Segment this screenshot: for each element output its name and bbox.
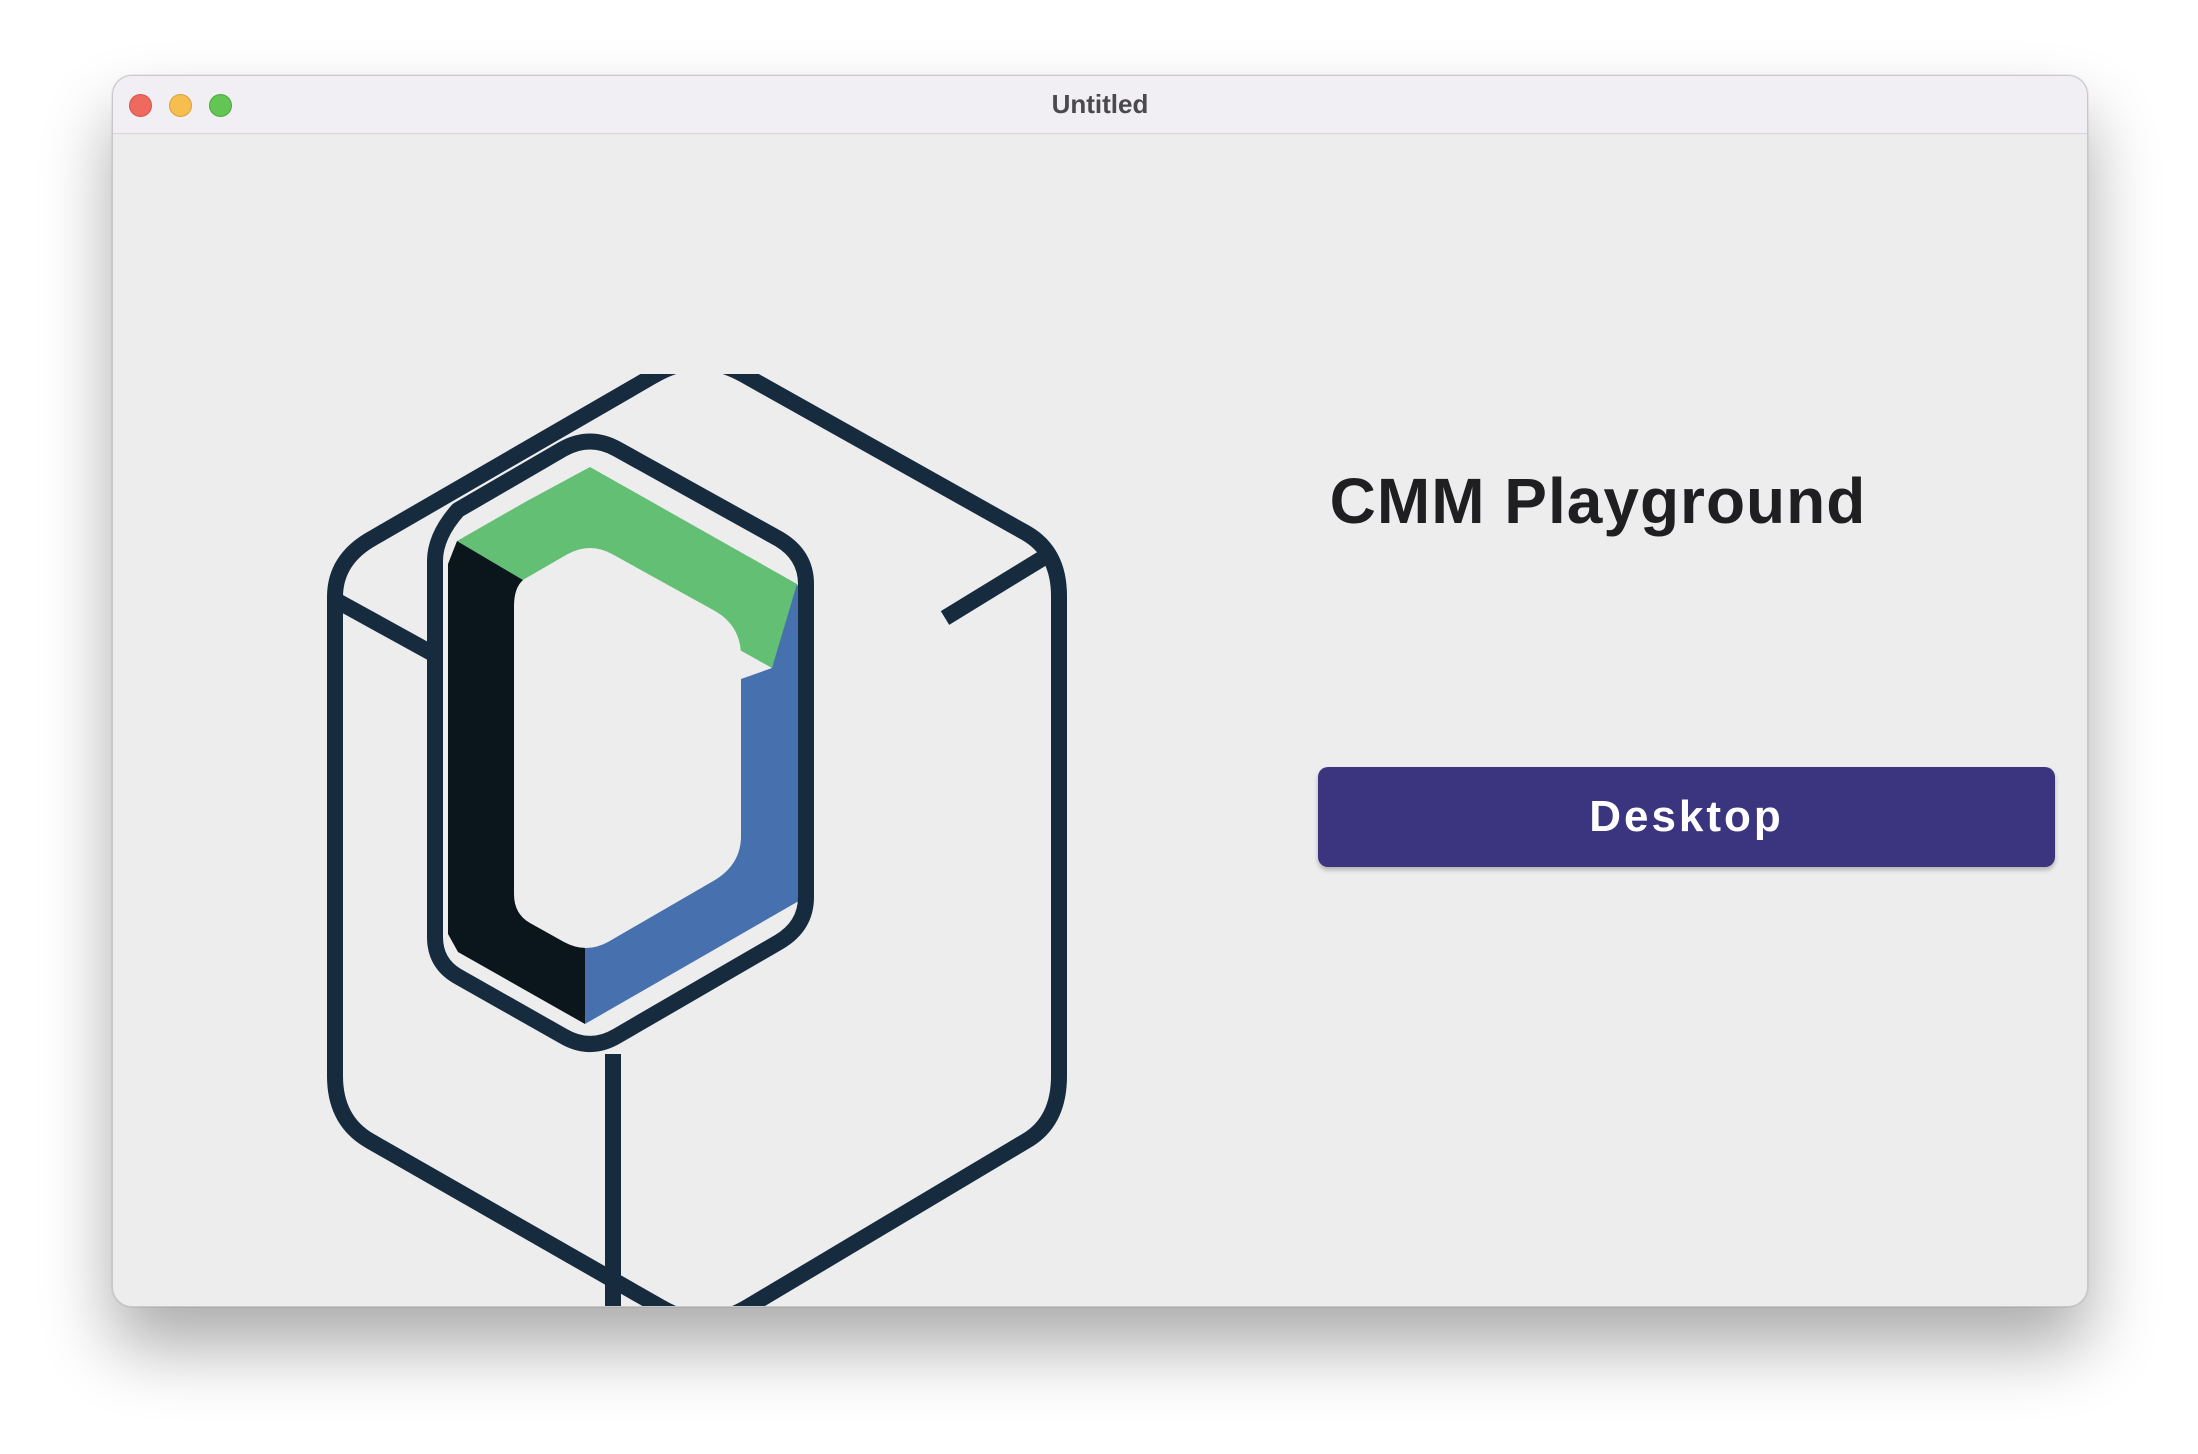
logo-connector-left xyxy=(335,594,441,664)
compose-multiplatform-logo-icon xyxy=(327,374,1067,1306)
app-window: Untitled CMM Playground Desktop xyxy=(112,75,2088,1307)
title-bar[interactable]: Untitled xyxy=(113,76,2087,134)
main-content: CMM Playground Desktop xyxy=(113,134,2087,1306)
app-title: CMM Playground xyxy=(1329,465,1867,537)
logo-connector-right xyxy=(940,551,1048,625)
window-title: Untitled xyxy=(1051,89,1149,119)
desktop-button[interactable]: Desktop xyxy=(1318,767,2055,867)
